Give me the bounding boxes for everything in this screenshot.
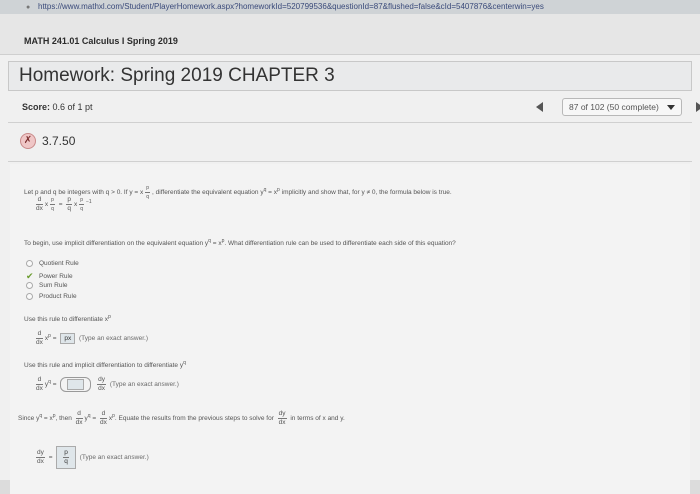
begin-text: To begin, use implicit differentiation o… bbox=[24, 238, 456, 248]
radio-button[interactable] bbox=[26, 282, 33, 289]
chevron-down-icon bbox=[667, 105, 675, 110]
score-bar: Score: 0.6 of 1 pt 87 of 102 (50 complet… bbox=[8, 96, 700, 118]
question-status: 87 of 102 (50 complete) bbox=[569, 102, 659, 112]
use-rule-text: Use this rule to differentiate xp bbox=[24, 314, 111, 324]
exp-fraction: pq bbox=[145, 185, 151, 200]
answer1-hint: (Type an exact answer.) bbox=[79, 335, 149, 343]
browser-url-bar[interactable]: ● https://www.mathxl.com/Student/PlayerHo… bbox=[0, 0, 700, 14]
answer3-row: dy dx = pq (Type an exact answer.) bbox=[34, 446, 149, 469]
question-header: ✗ 3.7.50 bbox=[8, 122, 692, 162]
option-power-rule[interactable]: ✔ Power Rule bbox=[26, 271, 73, 282]
homework-title-bar: Homework: Spring 2019 CHAPTER 3 bbox=[8, 61, 692, 91]
next-question-icon[interactable] bbox=[696, 102, 700, 112]
partial-credit-icon: ✗ bbox=[20, 133, 36, 149]
radio-button[interactable] bbox=[26, 293, 33, 300]
answer3-hint: (Type an exact answer.) bbox=[79, 454, 149, 462]
option-quotient-rule[interactable]: Quotient Rule bbox=[26, 260, 79, 267]
option-product-rule[interactable]: Product Rule bbox=[26, 293, 77, 300]
homework-title: Homework: Spring 2019 CHAPTER 3 bbox=[19, 65, 335, 86]
question-content: Let p and q be integers with q > 0. If y… bbox=[10, 164, 690, 494]
answer1-input[interactable]: px bbox=[60, 333, 76, 344]
answer2-input[interactable] bbox=[60, 377, 92, 392]
use-rule-implicit-text: Use this rule and implicit differentiati… bbox=[24, 360, 186, 370]
checkmark-icon: ✔ bbox=[26, 271, 34, 281]
score-value: 0.6 of 1 pt bbox=[52, 102, 93, 112]
score-label: Score: bbox=[22, 102, 51, 112]
lock-icon: ● bbox=[26, 4, 31, 11]
since-row: Since yq = xp, then d dx yq = d dx xp. Equat… bbox=[18, 410, 345, 426]
course-header: MATH 241.01 Calculus I Spring 2019 bbox=[0, 14, 700, 55]
score: Score: 0.6 of 1 pt bbox=[22, 102, 93, 112]
homework-page: MATH 241.01 Calculus I Spring 2019 Homew… bbox=[0, 14, 700, 494]
answer3-input[interactable]: pq bbox=[56, 446, 76, 469]
formula: d dx x p q = p q x p q −1 bbox=[36, 196, 92, 212]
previous-question-icon[interactable] bbox=[536, 102, 543, 112]
url-text: https://www.mathxl.com/Student/PlayerHom… bbox=[38, 2, 544, 11]
radio-button[interactable] bbox=[26, 260, 33, 267]
question-select[interactable]: 87 of 102 (50 complete) bbox=[562, 98, 682, 116]
answer1-row: d dx xp = px (Type an exact answer.) bbox=[36, 330, 149, 346]
question-number: 3.7.50 bbox=[42, 134, 76, 148]
option-sum-rule[interactable]: Sum Rule bbox=[26, 282, 68, 289]
answer2-hint: (Type an exact answer.) bbox=[109, 381, 179, 389]
course-title: MATH 241.01 Calculus I Spring 2019 bbox=[24, 36, 178, 46]
answer2-row: d dx yq = dy dx (Type an exact answer.) bbox=[36, 376, 179, 392]
